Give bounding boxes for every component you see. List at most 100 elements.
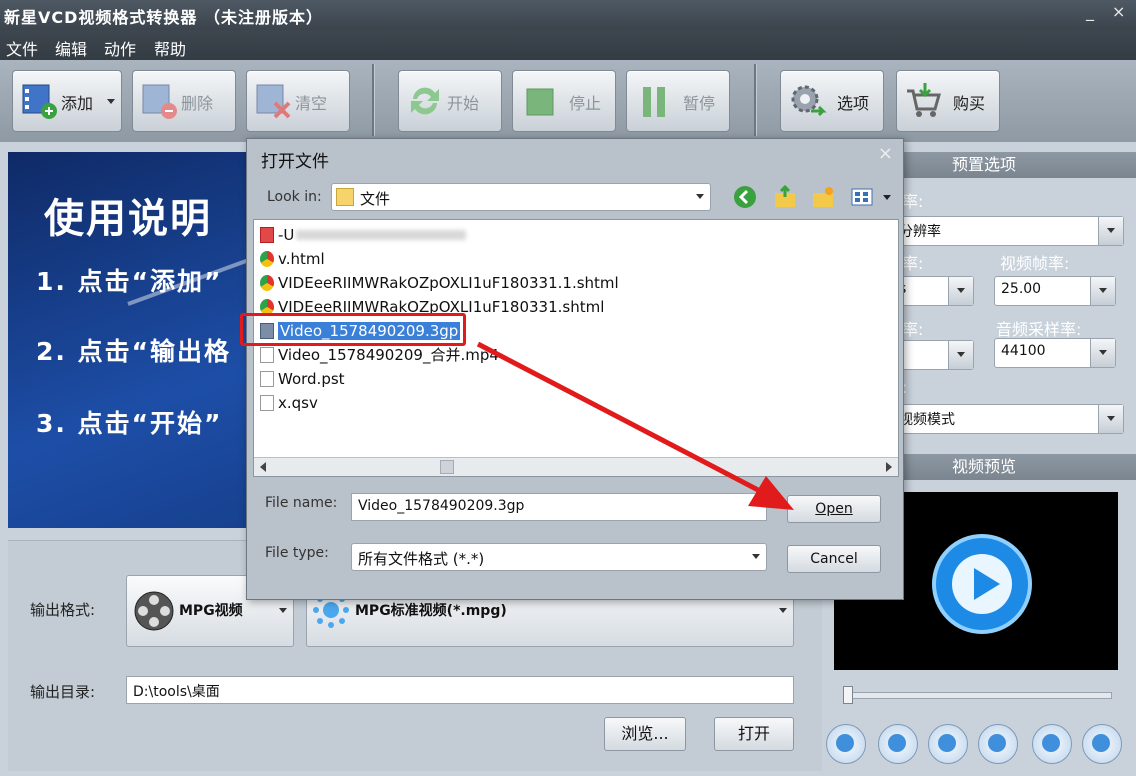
- scroll-thumb[interactable]: [440, 460, 454, 474]
- folder-icon: [336, 188, 354, 206]
- pause-playback-button[interactable]: [878, 724, 918, 764]
- start-button[interactable]: 开始: [398, 70, 502, 132]
- new-folder-icon[interactable]: [811, 185, 835, 209]
- dialog-close-button[interactable]: ×: [878, 143, 893, 164]
- chevron-down-icon[interactable]: [1098, 405, 1123, 433]
- instruction-title: 使用说明: [44, 196, 212, 242]
- instruction-step-3: 3. 点击“开始”: [36, 409, 223, 438]
- chevron-down-icon: [696, 194, 704, 199]
- file-type-select[interactable]: 所有文件格式 (*.*): [351, 543, 767, 571]
- audio-samplerate-select[interactable]: 44100: [994, 338, 1116, 368]
- list-item[interactable]: v.html: [260, 248, 325, 270]
- dialog-title: 打开文件: [261, 152, 329, 172]
- resolution-value: 分辨率: [899, 224, 941, 240]
- file-name-input[interactable]: Video_1578490209.3gp: [351, 493, 767, 521]
- list-item[interactable]: Word.pst: [260, 368, 345, 390]
- open-folder-playback-button[interactable]: [1082, 724, 1122, 764]
- seek-handle[interactable]: [843, 686, 853, 704]
- pause-button[interactable]: 暂停: [626, 70, 730, 132]
- browse-button[interactable]: 浏览...: [604, 717, 686, 751]
- file-list[interactable]: -U v.html VIDEeeRIIMWRakOZpOXLI1uF180331…: [253, 219, 899, 477]
- stop-label: 停止: [569, 94, 602, 113]
- delete-button[interactable]: 删除: [132, 70, 236, 132]
- list-item[interactable]: VIDEeeRIIMWRakOZpOXLI1uF180331.1.shtml: [260, 272, 619, 294]
- cancel-button[interactable]: Cancel: [787, 545, 881, 573]
- stop-icon: [526, 88, 554, 116]
- chevron-down-icon[interactable]: [948, 277, 973, 305]
- mode-select[interactable]: 视频模式: [892, 404, 1124, 434]
- audio-samplerate-label: 音频采样率:: [996, 320, 1082, 339]
- resolution-label: 率:: [902, 192, 924, 211]
- menu-bar: 文件 编辑 动作 帮助: [0, 30, 1136, 60]
- title-bar: 新星VCD视频格式转换器 （未注册版本） _ ×: [0, 0, 1136, 30]
- list-item[interactable]: x.qsv: [260, 392, 318, 414]
- stop-playback-button[interactable]: [928, 724, 968, 764]
- video-bitrate-select[interactable]: s: [892, 276, 974, 306]
- fps-select[interactable]: 25.00: [994, 276, 1116, 306]
- chevron-down-icon[interactable]: [107, 99, 115, 104]
- play-icon[interactable]: [930, 532, 1034, 636]
- scroll-right-icon[interactable]: [886, 462, 892, 472]
- buy-button[interactable]: 购买: [896, 70, 1000, 132]
- clear-button[interactable]: 清空: [246, 70, 350, 132]
- file-icon: [260, 347, 274, 363]
- shopping-cart-icon: [907, 83, 941, 117]
- output-format-value: MPG视频: [179, 603, 243, 619]
- chevron-down-icon: [279, 608, 287, 613]
- chevron-down-icon[interactable]: [883, 195, 891, 200]
- menu-edit[interactable]: 编辑: [55, 36, 87, 60]
- file-type-label: File type:: [265, 545, 329, 561]
- chevron-down-icon[interactable]: [1090, 277, 1115, 305]
- options-button[interactable]: 选项: [780, 70, 884, 132]
- output-dir-input[interactable]: D:\tools\桌面: [126, 676, 794, 704]
- chevron-down-icon: [779, 608, 787, 613]
- minimize-button[interactable]: _: [1086, 2, 1094, 21]
- options-label: 选项: [837, 94, 870, 113]
- annotation-highlight-box: [240, 313, 466, 346]
- fps-label: 视频帧率:: [1000, 254, 1070, 273]
- gear-icon: [791, 85, 827, 117]
- look-in-select[interactable]: 文件: [331, 183, 711, 211]
- horizontal-scrollbar[interactable]: [254, 457, 898, 476]
- chevron-down-icon[interactable]: [1098, 217, 1123, 245]
- list-item[interactable]: Video_1578490209_合并.mp4: [260, 344, 499, 366]
- add-button[interactable]: 添加: [12, 70, 122, 132]
- look-in-value: 文件: [360, 190, 391, 208]
- toolbar: 添加 删除 清空 开始 停止 暂停 选项 购买: [0, 60, 1136, 142]
- pdf-file-icon: [260, 227, 274, 243]
- view-menu-icon[interactable]: [851, 187, 873, 207]
- open-folder-button[interactable]: 打开: [714, 717, 794, 751]
- output-profile-value: MPG标准视频(*.mpg): [355, 603, 507, 619]
- back-arrow-icon[interactable]: [733, 185, 757, 209]
- seek-slider[interactable]: [843, 686, 1112, 704]
- close-button[interactable]: ×: [1112, 2, 1125, 21]
- audio-bitrate-select[interactable]: [892, 340, 974, 370]
- scroll-left-icon[interactable]: [260, 462, 266, 472]
- chrome-file-icon: [260, 275, 274, 291]
- list-item[interactable]: -U: [260, 224, 467, 246]
- pause-icon: [643, 87, 665, 117]
- volume-button[interactable]: [978, 724, 1018, 764]
- up-folder-icon[interactable]: [773, 185, 797, 209]
- menu-file[interactable]: 文件: [6, 36, 38, 60]
- menu-help[interactable]: 帮助: [154, 36, 186, 60]
- audio-bitrate-label: 率:: [902, 320, 924, 339]
- play-button[interactable]: [826, 724, 866, 764]
- chevron-down-icon[interactable]: [1090, 339, 1115, 367]
- audio-samplerate-value: 44100: [1001, 343, 1046, 359]
- refresh-icon: [411, 87, 439, 115]
- menu-action[interactable]: 动作: [104, 36, 136, 60]
- snapshot-button[interactable]: [1032, 724, 1072, 764]
- file-icon: [260, 371, 274, 387]
- file-icon: [260, 395, 274, 411]
- window-title: 新星VCD视频格式转换器 （未注册版本）: [4, 8, 323, 27]
- film-clear-icon: [256, 84, 291, 119]
- instruction-step-2: 2. 点击“输出格: [36, 337, 232, 366]
- open-button[interactable]: Open: [787, 495, 881, 523]
- film-remove-icon: [142, 84, 177, 119]
- stop-button[interactable]: 停止: [512, 70, 616, 132]
- resolution-select[interactable]: 分辨率: [892, 216, 1124, 246]
- film-reel-icon: [134, 591, 174, 631]
- chevron-down-icon[interactable]: [948, 341, 973, 369]
- open-file-dialog: 打开文件 × Look in: 文件 -U v.html VIDEeeRIIMW…: [246, 138, 904, 600]
